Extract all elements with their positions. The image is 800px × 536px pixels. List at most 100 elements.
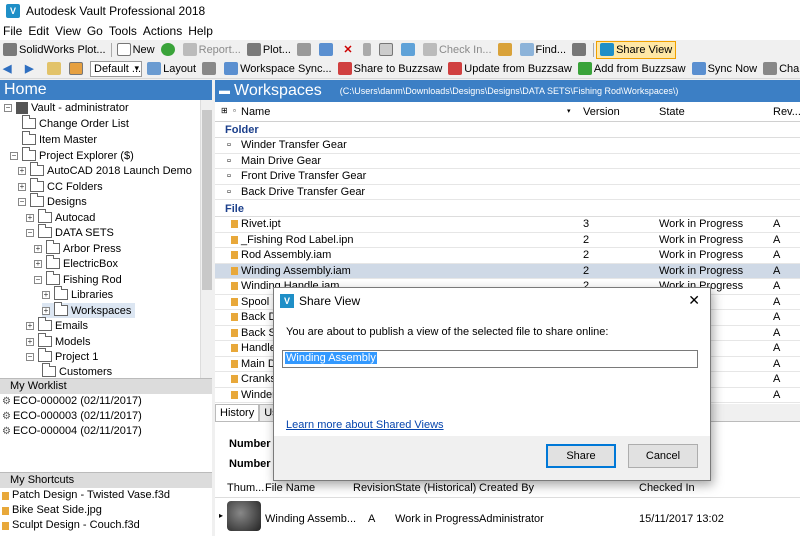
back-button[interactable]: ◀ bbox=[0, 60, 22, 78]
menu-actions[interactable]: Actions bbox=[140, 24, 185, 38]
change-category-button[interactable]: Change Catego bbox=[760, 60, 800, 78]
column-version[interactable]: Version bbox=[583, 106, 620, 118]
menu-edit[interactable]: Edit bbox=[25, 24, 52, 38]
attach-button[interactable] bbox=[360, 41, 376, 59]
tab-history[interactable]: History bbox=[215, 404, 260, 421]
expand-icon[interactable]: + bbox=[18, 182, 26, 191]
tree-item-project-1[interactable]: − Project 1 bbox=[26, 348, 98, 364]
column-name[interactable]: Name bbox=[241, 106, 270, 118]
report-button[interactable]: Report... bbox=[180, 41, 244, 59]
add-buzzsaw-button[interactable]: Add from Buzzsaw bbox=[575, 60, 689, 78]
column-created-by[interactable]: Created By bbox=[479, 482, 534, 494]
tree-item-cc-folders[interactable]: + CC Folders bbox=[18, 178, 103, 194]
print-button[interactable] bbox=[569, 41, 591, 59]
expand-icon[interactable]: + bbox=[34, 259, 42, 268]
tree-item-models[interactable]: + Models bbox=[26, 333, 90, 349]
expand-icon[interactable]: + bbox=[34, 244, 42, 253]
file-row-selected[interactable]: Winding Assembly.iam 2 Work in Progress A bbox=[215, 263, 800, 279]
view-combo[interactable]: Default ... bbox=[90, 60, 143, 77]
folder-row[interactable]: ▫ Back Drive Transfer Gear bbox=[215, 185, 800, 200]
folder-row[interactable]: ▫ Front Drive Transfer Gear bbox=[215, 169, 800, 185]
check-out-button[interactable] bbox=[495, 41, 517, 59]
attachment-column-icon[interactable]: ▫ bbox=[233, 106, 236, 115]
scrollbar-thumb[interactable] bbox=[202, 110, 212, 290]
refresh-button[interactable] bbox=[158, 41, 180, 59]
tree-item-autocad-demo[interactable]: + AutoCAD 2018 Launch Demo bbox=[18, 162, 192, 178]
file-row[interactable]: Rod Assembly.iam 2 Work in Progress A bbox=[215, 248, 800, 264]
collapse-icon[interactable]: − bbox=[34, 275, 42, 284]
column-thumbnail[interactable]: Thum... bbox=[227, 482, 264, 494]
menu-help[interactable]: Help bbox=[185, 24, 216, 38]
expand-icon[interactable]: + bbox=[26, 337, 34, 346]
tree-item-change-order-list[interactable]: Change Order List bbox=[22, 115, 129, 131]
file-row[interactable]: Rivet.ipt 3 Work in Progress A bbox=[215, 217, 800, 233]
tree-item-libraries[interactable]: + Libraries bbox=[42, 286, 113, 302]
collapse-icon[interactable]: − bbox=[10, 151, 18, 160]
layout-button[interactable]: Layout bbox=[144, 60, 199, 78]
collapse-icon[interactable]: − bbox=[26, 352, 34, 361]
camera-button[interactable] bbox=[199, 60, 221, 78]
column-revision[interactable]: Revision bbox=[353, 482, 395, 494]
learn-more-link[interactable]: Learn more about Shared Views bbox=[286, 419, 444, 431]
move-button[interactable] bbox=[398, 41, 420, 59]
workspace-sync-button[interactable]: Workspace Sync... bbox=[221, 60, 335, 78]
update-buzzsaw-button[interactable]: Update from Buzzsaw bbox=[445, 60, 575, 78]
edit-button[interactable] bbox=[316, 41, 338, 59]
worklist-item[interactable]: ⚙ ECO-000004 (02/11/2017) bbox=[0, 424, 212, 439]
collapse-icon[interactable]: − bbox=[18, 197, 26, 206]
copy-button[interactable] bbox=[376, 41, 398, 59]
tree-item-project-explorer[interactable]: − Project Explorer ($) bbox=[10, 147, 134, 163]
solidworks-plot-button[interactable]: SolidWorks Plot... bbox=[0, 41, 109, 59]
share-buzzsaw-button[interactable]: Share to Buzzsaw bbox=[335, 60, 446, 78]
new-button[interactable]: New bbox=[114, 41, 158, 59]
tree-item-emails[interactable]: + Emails bbox=[26, 317, 88, 333]
expand-icon[interactable]: + bbox=[42, 306, 50, 315]
shortcut-item[interactable]: Sculpt Design - Couch.f3d bbox=[0, 518, 212, 533]
group-folder[interactable]: Folder bbox=[215, 122, 800, 138]
pane-toggle-button[interactable] bbox=[66, 60, 88, 78]
file-row[interactable]: _Fishing Rod Label.ipn 2 Work in Progress A bbox=[215, 233, 800, 248]
menu-go[interactable]: Go bbox=[84, 24, 106, 38]
collapse-icon[interactable]: − bbox=[4, 103, 12, 112]
menu-icon[interactable]: ▬ bbox=[219, 85, 230, 97]
forward-button[interactable]: ▶ bbox=[22, 60, 44, 78]
menu-file[interactable]: File bbox=[0, 24, 25, 38]
expand-icon[interactable]: + bbox=[26, 321, 34, 330]
menu-view[interactable]: View bbox=[52, 24, 84, 38]
group-file[interactable]: File bbox=[215, 201, 800, 217]
tree-item-arbor-press[interactable]: + Arbor Press bbox=[34, 240, 121, 256]
tree-item-item-master[interactable]: Item Master bbox=[22, 131, 97, 147]
check-in-button[interactable]: Check In... bbox=[420, 41, 495, 59]
share-button[interactable]: Share bbox=[546, 444, 616, 468]
tree-item-workspaces[interactable]: + Workspaces bbox=[42, 302, 136, 318]
shortcut-item[interactable]: Patch Design - Twisted Vase.f3d bbox=[0, 488, 212, 503]
column-revision[interactable]: Rev... bbox=[773, 106, 800, 118]
column-state-historical[interactable]: State (Historical) bbox=[395, 482, 476, 494]
tree-item-data-sets[interactable]: − DATA SETS bbox=[26, 224, 114, 240]
close-icon[interactable]: ✕ bbox=[688, 292, 700, 309]
collapse-icon[interactable]: − bbox=[26, 228, 34, 237]
folder-row[interactable]: ▫ Winder Transfer Gear bbox=[215, 138, 800, 154]
worklist-item[interactable]: ⚙ ECO-000003 (02/11/2017) bbox=[0, 409, 212, 424]
tree-item-autocad[interactable]: + Autocad bbox=[26, 209, 95, 225]
share-name-input[interactable]: Winding Assembly bbox=[282, 350, 698, 368]
tree-item-electricbox[interactable]: + ElectricBox bbox=[34, 255, 118, 271]
up-folder-button[interactable] bbox=[44, 60, 66, 78]
tree-item-fishing-rod[interactable]: − Fishing Rod bbox=[34, 271, 122, 287]
plot-button[interactable]: Plot... bbox=[244, 41, 294, 59]
print-preview-button[interactable] bbox=[294, 41, 316, 59]
column-options-icon[interactable]: ⊞ bbox=[221, 106, 228, 115]
find-button[interactable]: Find... bbox=[517, 41, 570, 59]
column-file-name[interactable]: File Name bbox=[265, 482, 315, 494]
worklist-item[interactable]: ⚙ ECO-000002 (02/11/2017) bbox=[0, 394, 212, 409]
column-state[interactable]: State bbox=[659, 106, 685, 118]
tree-item-customers[interactable]: Customers bbox=[42, 363, 112, 378]
history-row[interactable]: ▸ Winding Assemb... A Work in Progress A… bbox=[215, 498, 800, 536]
column-checked-in[interactable]: Checked In bbox=[639, 482, 695, 494]
tree-scrollbar[interactable] bbox=[200, 100, 212, 378]
share-view-button[interactable]: Share View bbox=[596, 40, 677, 59]
expand-icon[interactable]: + bbox=[26, 213, 34, 222]
expand-icon[interactable]: + bbox=[18, 166, 26, 175]
expand-icon[interactable]: + bbox=[42, 290, 50, 299]
sync-now-button[interactable]: Sync Now bbox=[689, 60, 761, 78]
